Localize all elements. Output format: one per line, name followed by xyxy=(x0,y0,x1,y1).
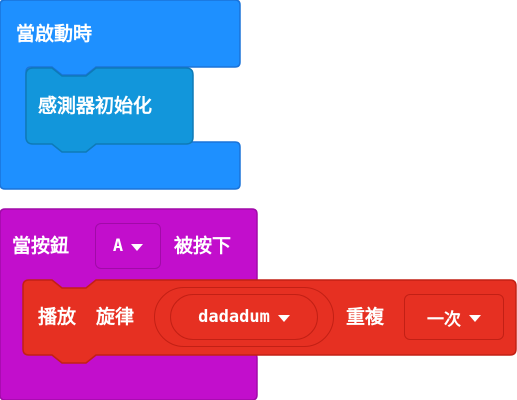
melody-label: 旋律 xyxy=(96,306,135,328)
on-start-label: 當啟動時 xyxy=(16,23,93,45)
chevron-down-icon xyxy=(131,243,144,251)
repeat-label: 重複 xyxy=(346,306,385,328)
sensor-init-label: 感測器初始化 xyxy=(38,95,153,117)
chevron-down-icon xyxy=(277,314,290,322)
chevron-down-icon xyxy=(469,314,481,322)
button-dropdown-value: A xyxy=(112,236,124,256)
on-button-label-prefix: 當按鈕 xyxy=(12,235,70,257)
button-dropdown[interactable]: A xyxy=(95,223,161,269)
play-label: 播放 xyxy=(38,306,77,328)
repeat-dropdown[interactable]: 一次 xyxy=(404,294,504,340)
on-button-label-suffix: 被按下 xyxy=(174,235,232,257)
melody-dropdown-value: dadadum xyxy=(198,307,270,327)
melody-dropdown[interactable]: dadadum xyxy=(170,294,318,340)
repeat-dropdown-value: 一次 xyxy=(427,309,461,330)
